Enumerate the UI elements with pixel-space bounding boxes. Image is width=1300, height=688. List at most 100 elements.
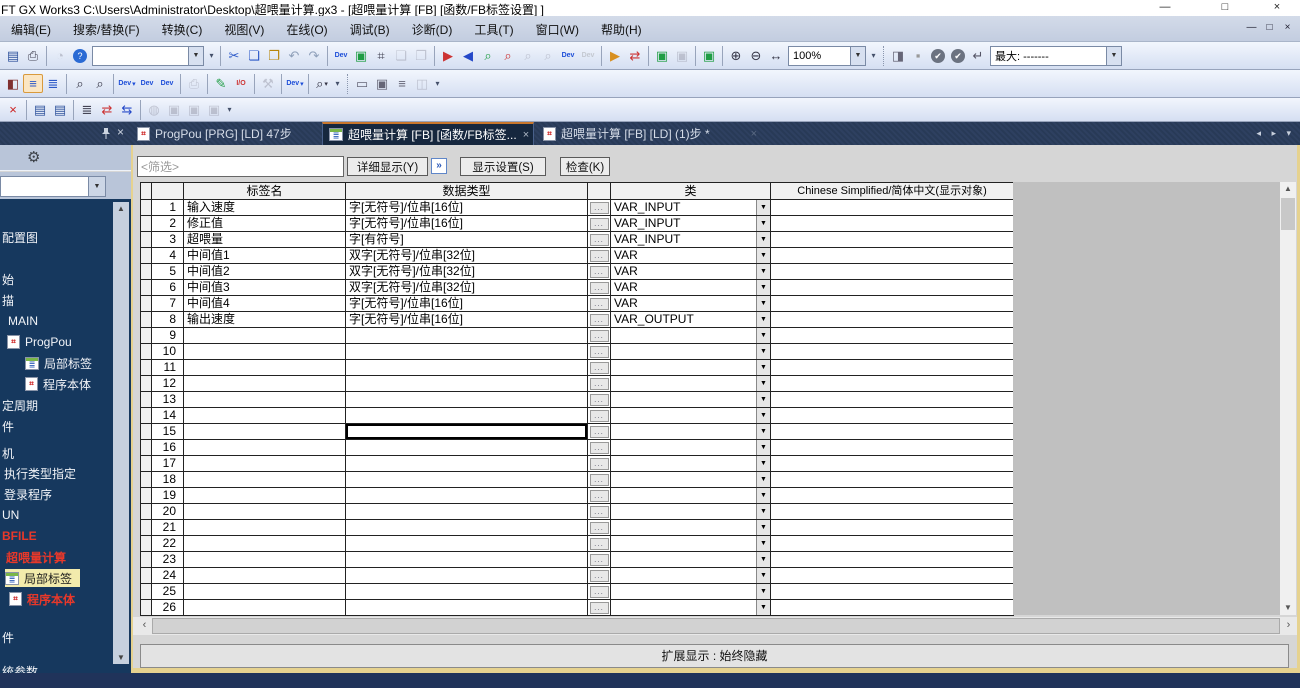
- dev-comment-icon[interactable]: Dev: [558, 46, 578, 65]
- dropdown-arrow-icon[interactable]: ▼: [756, 264, 770, 279]
- ellipsis-button[interactable]: ...: [590, 586, 609, 598]
- close-button[interactable]: ×: [1264, 0, 1290, 15]
- dropdown-arrow-icon[interactable]: ▼: [756, 360, 770, 375]
- panel-close-icon[interactable]: ×: [117, 125, 124, 139]
- watch-icon[interactable]: ▣: [699, 46, 719, 65]
- type-cell[interactable]: [346, 392, 588, 408]
- scroll-up-icon[interactable]: ▲: [1280, 182, 1296, 196]
- label-cell[interactable]: [184, 552, 346, 568]
- type-cell[interactable]: 双字[无符号]/位串[32位]: [346, 248, 588, 264]
- tab-close-icon[interactable]: ×: [517, 129, 529, 141]
- type-cell[interactable]: [346, 552, 588, 568]
- chevron-down-icon[interactable]: ▼: [850, 47, 865, 65]
- class-cell[interactable]: ▼: [611, 472, 771, 488]
- comment-cell[interactable]: [771, 472, 1014, 488]
- extended-display-bar[interactable]: 扩展显示 : 始终隐藏: [140, 644, 1289, 668]
- chevron-down-icon[interactable]: ▼: [1106, 47, 1121, 65]
- navigation-filter-select[interactable]: ▼: [0, 176, 106, 197]
- tree-item-15[interactable]: ≣局部标签: [5, 569, 80, 587]
- page-back-icon[interactable]: ❏: [391, 46, 411, 65]
- horizontal-scrollbar[interactable]: ‹ ›: [133, 617, 1297, 635]
- type-cell[interactable]: 双字[无符号]/位串[32位]: [346, 264, 588, 280]
- dropdown-arrow-icon[interactable]: ▼: [756, 504, 770, 519]
- type-cell[interactable]: [346, 440, 588, 456]
- comment-cell[interactable]: [771, 520, 1014, 536]
- ellipsis-button[interactable]: ...: [590, 362, 609, 374]
- label-cell[interactable]: 中间值1: [184, 248, 346, 264]
- label-cell[interactable]: [184, 360, 346, 376]
- type-cell[interactable]: [346, 536, 588, 552]
- comment-cell[interactable]: [771, 216, 1014, 232]
- step-icon[interactable]: ↵: [968, 46, 988, 65]
- comment-cell[interactable]: [771, 504, 1014, 520]
- ellipsis-button[interactable]: ...: [590, 458, 609, 470]
- class-cell[interactable]: ▼: [611, 392, 771, 408]
- save-icon[interactable]: ▤: [3, 46, 23, 65]
- mdi-minimize-button[interactable]: —: [1243, 20, 1260, 36]
- class-cell[interactable]: VAR_INPUT▼: [611, 216, 771, 232]
- type-cell[interactable]: 字[无符号]/位串[16位]: [346, 296, 588, 312]
- label-cell[interactable]: [184, 472, 346, 488]
- window-frame-icon[interactable]: ▣: [372, 74, 392, 93]
- class-cell[interactable]: VAR▼: [611, 264, 771, 280]
- label-cell[interactable]: [184, 520, 346, 536]
- program-verify-icon[interactable]: ✔: [948, 46, 968, 65]
- module-list-icon[interactable]: ≣: [77, 100, 97, 119]
- class-cell[interactable]: VAR▼: [611, 280, 771, 296]
- stamp-icon[interactable]: ⎙: [184, 74, 204, 93]
- tree-item-1[interactable]: 始: [2, 270, 14, 288]
- pause-icon[interactable]: ▪: [908, 46, 928, 65]
- label-cell[interactable]: [184, 456, 346, 472]
- monitor-window2-icon[interactable]: ▣: [184, 100, 204, 119]
- dev-display-icon[interactable]: Dev▾: [285, 74, 305, 93]
- comment-cell[interactable]: [771, 296, 1014, 312]
- tree-item-2[interactable]: 描: [2, 291, 14, 309]
- type-cell[interactable]: [346, 584, 588, 600]
- type-cell[interactable]: 字[无符号]/位串[16位]: [346, 216, 588, 232]
- menu-item-8[interactable]: 窗口(W): [525, 16, 590, 42]
- redo-icon[interactable]: ↷: [304, 46, 324, 65]
- detail-display-button[interactable]: 详细显示(Y): [347, 157, 428, 176]
- menu-item-3[interactable]: 视图(V): [213, 16, 275, 42]
- tree-item-7[interactable]: 定周期: [2, 396, 38, 414]
- comment-cell[interactable]: [771, 584, 1014, 600]
- label-cell[interactable]: [184, 344, 346, 360]
- toolbar-overflow-icon[interactable]: ▾: [868, 51, 879, 60]
- ellipsis-button[interactable]: ...: [590, 330, 609, 342]
- monitor-close-icon[interactable]: ▣: [204, 100, 224, 119]
- toolbar-overflow-icon[interactable]: ▾: [332, 79, 343, 88]
- ellipsis-button[interactable]: ...: [590, 378, 609, 390]
- mdi-restore-button[interactable]: □: [1261, 20, 1278, 36]
- restore-button[interactable]: □: [1212, 0, 1238, 15]
- monitor-window-icon[interactable]: ▣: [164, 100, 184, 119]
- check-button[interactable]: 检查(K): [560, 157, 610, 176]
- zoom-in-icon[interactable]: ⊕: [726, 46, 746, 65]
- ellipsis-button[interactable]: ...: [590, 346, 609, 358]
- comment-cell[interactable]: [771, 264, 1014, 280]
- label-cell[interactable]: [184, 408, 346, 424]
- dropdown-arrow-icon[interactable]: ▼: [756, 312, 770, 327]
- menu-item-4[interactable]: 在线(O): [275, 16, 338, 42]
- type-cell[interactable]: [346, 600, 588, 616]
- filter-input[interactable]: [137, 156, 344, 177]
- tree-item-6[interactable]: ⌗程序本体: [25, 375, 91, 393]
- scroll-thumb[interactable]: [152, 618, 1280, 634]
- label-cell[interactable]: [184, 584, 346, 600]
- label-cell[interactable]: 输出速度: [184, 312, 346, 328]
- class-cell[interactable]: ▼: [611, 360, 771, 376]
- monitor-stop-icon[interactable]: ▣: [672, 46, 692, 65]
- globe-icon[interactable]: ◍: [144, 100, 164, 119]
- ellipsis-button[interactable]: ...: [590, 490, 609, 502]
- ellipsis-button[interactable]: ...: [590, 218, 609, 230]
- device-find-green-icon[interactable]: ⌕: [478, 46, 498, 65]
- type-cell[interactable]: [346, 488, 588, 504]
- tree-item-10[interactable]: 执行类型指定: [4, 464, 76, 482]
- io-comment-icon[interactable]: I/O: [231, 74, 251, 93]
- transfer-red-icon[interactable]: ⇄: [97, 100, 117, 119]
- comment-cell[interactable]: [771, 424, 1014, 440]
- find-previous-icon[interactable]: ⌕: [518, 46, 538, 65]
- tab-close-icon[interactable]: ×: [745, 128, 757, 140]
- tab-scroll-arrows-icon[interactable]: ◂ ▸ ▾: [1256, 128, 1295, 139]
- tree-item-4[interactable]: ⌗ProgPou: [7, 333, 72, 351]
- tree-item-9[interactable]: 机: [2, 444, 14, 462]
